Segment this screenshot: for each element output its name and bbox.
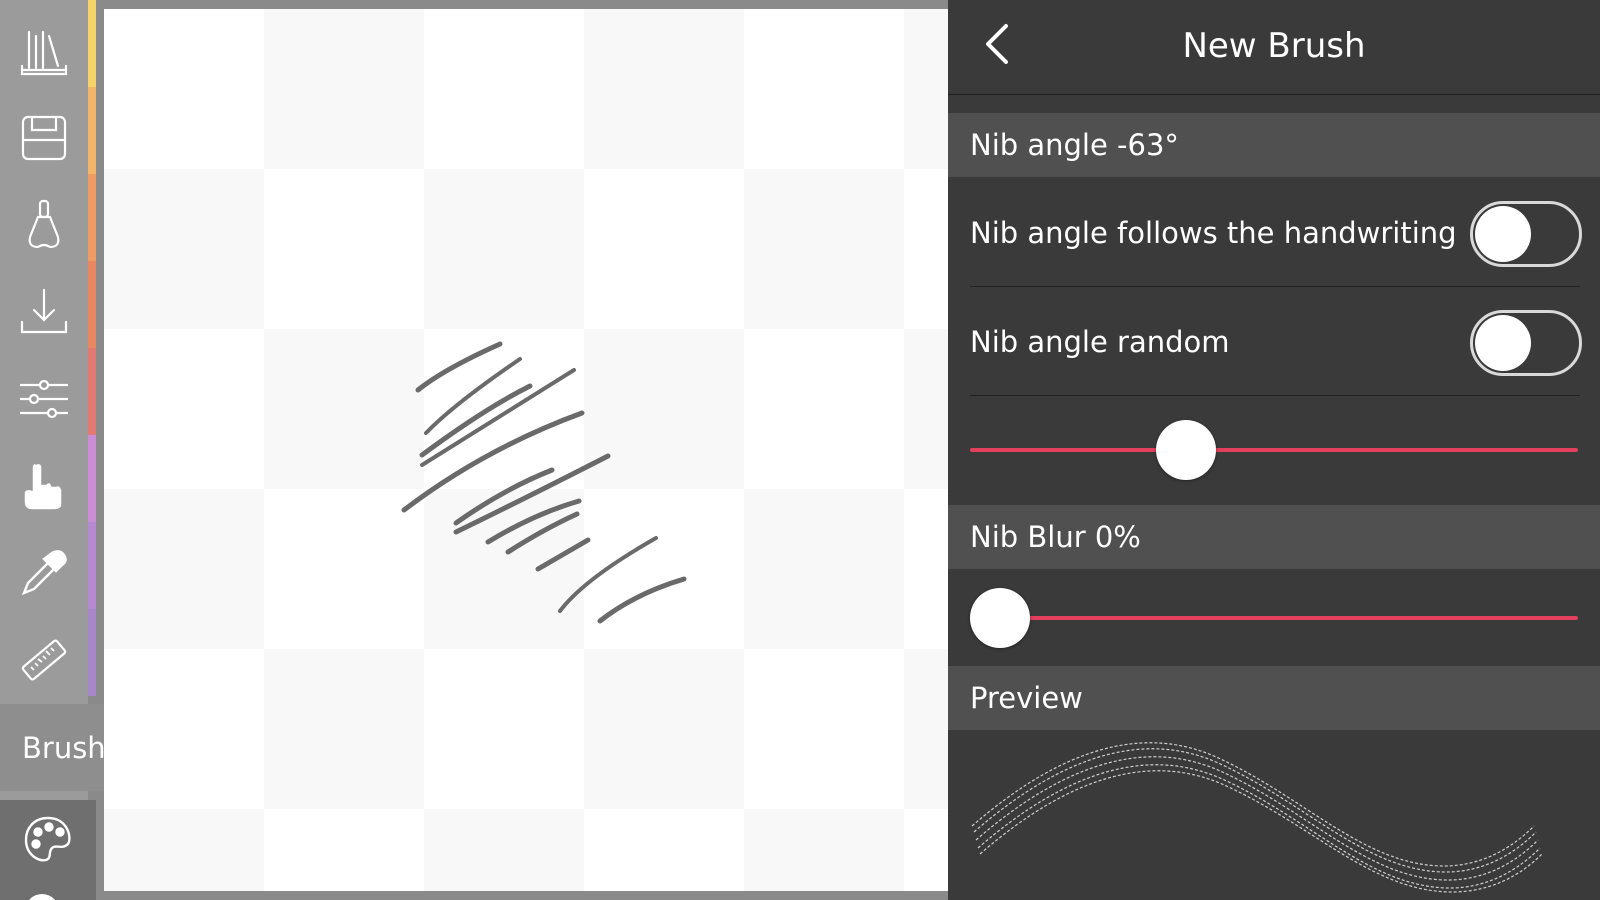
import-icon[interactable] xyxy=(14,282,74,342)
palette-button[interactable] xyxy=(0,800,96,880)
nib-angle-random-toggle[interactable] xyxy=(1470,310,1582,376)
follows-handwriting-label: Nib angle follows the handwriting xyxy=(970,215,1457,250)
eyedropper-icon[interactable] xyxy=(14,543,74,603)
nib-angle-slider[interactable] xyxy=(970,420,1578,480)
nib-blur-slider-thumb[interactable] xyxy=(970,588,1030,648)
drawing-canvas[interactable] xyxy=(104,9,948,891)
save-icon[interactable] xyxy=(14,108,74,168)
brush-icon[interactable] xyxy=(14,195,74,255)
library-icon[interactable] xyxy=(14,20,74,80)
layers-button[interactable] xyxy=(0,880,96,900)
panel-title: New Brush xyxy=(1182,26,1366,66)
follows-handwriting-row: Nib angle follows the handwriting xyxy=(970,179,1582,287)
nib-angle-random-row: Nib angle random xyxy=(970,288,1582,396)
nib-angle-slider-thumb[interactable] xyxy=(1156,420,1217,480)
preview-stroke xyxy=(971,742,1543,893)
panel-header: New Brush xyxy=(948,0,1600,95)
brush-tab-label: Brush xyxy=(22,730,106,765)
sketch-strokes xyxy=(401,341,687,624)
brush-preview xyxy=(948,730,1600,900)
brush-settings-panel: New Brush Nib angle -63° Nib angle follo… xyxy=(948,0,1600,900)
hand-icon[interactable] xyxy=(14,456,74,516)
adjustments-icon[interactable] xyxy=(14,369,74,429)
nib-angle-header: Nib angle -63° xyxy=(948,113,1600,177)
nib-blur-header: Nib Blur 0% xyxy=(948,505,1600,569)
palette-icon xyxy=(24,816,71,862)
preview-header: Preview xyxy=(948,666,1600,730)
nib-blur-slider[interactable] xyxy=(970,588,1578,648)
ruler-icon[interactable] xyxy=(14,630,74,690)
follows-handwriting-toggle[interactable] xyxy=(1470,201,1582,267)
nib-angle-random-label: Nib angle random xyxy=(970,324,1230,359)
